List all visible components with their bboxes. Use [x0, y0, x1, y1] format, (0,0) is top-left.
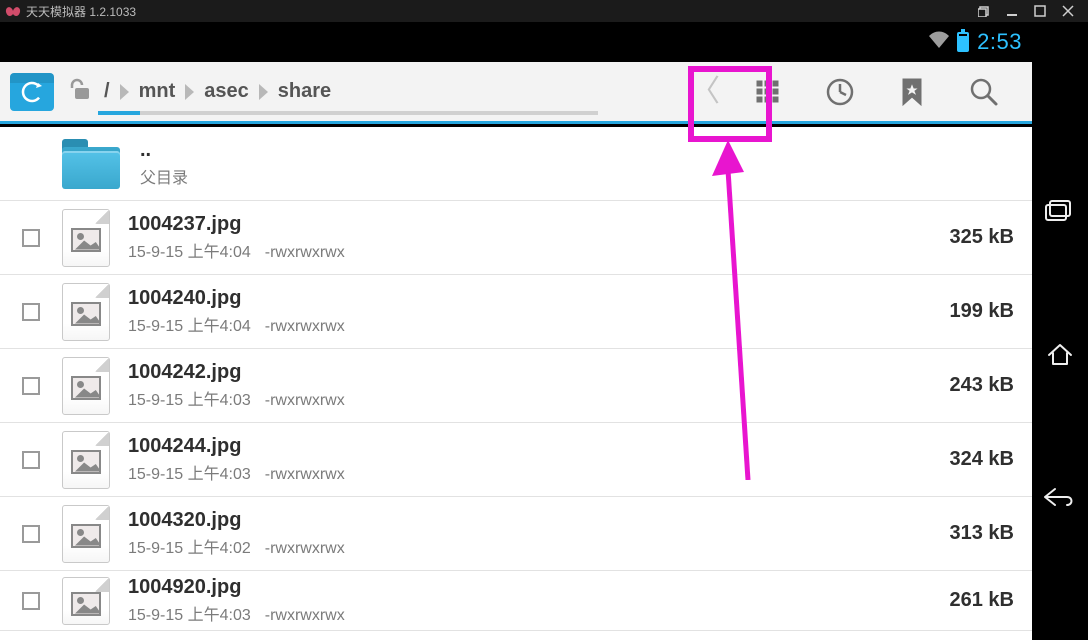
file-perm: -rwxrwxrwx [265, 540, 345, 557]
breadcrumb-seg-1[interactable]: asec [200, 80, 253, 103]
image-file-icon [62, 209, 110, 267]
parent-dir-label: 父目录 [140, 170, 188, 187]
folder-icon [62, 139, 122, 189]
file-date: 15-9-15 上午4:04 [128, 244, 251, 261]
breadcrumb-root[interactable]: / [100, 80, 114, 103]
search-button[interactable] [948, 61, 1020, 123]
chevron-right-icon [120, 84, 129, 100]
file-size: 243 kB [950, 374, 1015, 397]
file-size: 325 kB [950, 226, 1015, 249]
nav-back-button[interactable] [1043, 485, 1077, 514]
file-date: 15-9-15 上午4:03 [128, 392, 251, 409]
file-name: 1004237.jpg [128, 213, 950, 236]
file-row[interactable]: 1004920.jpg 15-9-15 上午4:03 -rwxrwxrwx 261… [0, 571, 1032, 631]
breadcrumb-seg-2[interactable]: share [274, 80, 335, 103]
file-perm: -rwxrwxrwx [265, 607, 345, 624]
file-checkbox[interactable] [22, 377, 40, 395]
image-file-icon [62, 577, 110, 625]
emulator-titlebar: 天天模拟器 1.2.1033 [0, 0, 1088, 22]
file-list: .. 父目录 1004237.jpg 15-9-15 上午4:04 -rwxrwx… [0, 127, 1032, 640]
file-name: 1004320.jpg [128, 509, 950, 532]
file-row[interactable]: 1004320.jpg 15-9-15 上午4:02 -rwxrwxrwx 313… [0, 497, 1032, 571]
file-checkbox[interactable] [22, 303, 40, 321]
file-perm: -rwxrwxrwx [265, 466, 345, 483]
window-close-button[interactable] [1054, 0, 1082, 22]
chevron-right-icon [259, 84, 268, 100]
breadcrumb: / mnt asec share [100, 71, 335, 113]
file-size: 261 kB [950, 589, 1015, 612]
nav-recent-button[interactable] [1045, 198, 1075, 229]
file-checkbox[interactable] [22, 592, 40, 610]
wifi-icon [927, 30, 951, 55]
file-date: 15-9-15 上午4:02 [128, 540, 251, 557]
file-row[interactable]: 1004237.jpg 15-9-15 上午4:04 -rwxrwxrwx 325… [0, 201, 1032, 275]
parent-dir-name: .. [140, 139, 1014, 162]
history-button[interactable] [804, 61, 876, 123]
file-date: 15-9-15 上午4:04 [128, 318, 251, 335]
breadcrumb-seg-0[interactable]: mnt [135, 80, 180, 103]
file-date: 15-9-15 上午4:03 [128, 607, 251, 624]
app-logo-icon[interactable] [10, 73, 54, 111]
file-name: 1004240.jpg [128, 287, 950, 310]
app-toolbar: / mnt asec share 〈 [0, 62, 1032, 124]
file-perm: -rwxrwxrwx [265, 318, 345, 335]
file-name: 1004242.jpg [128, 361, 950, 384]
file-name: 1004920.jpg [128, 576, 950, 599]
file-date: 15-9-15 上午4:03 [128, 466, 251, 483]
file-checkbox[interactable] [22, 525, 40, 543]
bookmarks-button[interactable] [876, 61, 948, 123]
file-row[interactable]: 1004240.jpg 15-9-15 上午4:04 -rwxrwxrwx 199… [0, 275, 1032, 349]
window-maximize-button[interactable] [1026, 0, 1054, 22]
android-status-bar: 2:53 [0, 22, 1032, 62]
file-checkbox[interactable] [22, 229, 40, 247]
window-minimize-button[interactable] [998, 0, 1026, 22]
image-file-icon [62, 357, 110, 415]
emulator-title: 天天模拟器 1.2.1033 [26, 3, 136, 20]
chevron-right-icon [185, 84, 194, 100]
window-restore-button[interactable] [970, 0, 998, 22]
file-name: 1004244.jpg [128, 435, 950, 458]
file-size: 313 kB [950, 522, 1015, 545]
nav-home-button[interactable] [1045, 341, 1075, 372]
status-clock: 2:53 [977, 29, 1022, 55]
view-grid-button[interactable] [732, 61, 804, 123]
file-size: 324 kB [950, 448, 1015, 471]
nav-up-button[interactable]: 〈 [678, 77, 732, 107]
emulator-logo-icon [6, 5, 20, 17]
file-row[interactable]: 1004242.jpg 15-9-15 上午4:03 -rwxrwxrwx 243… [0, 349, 1032, 423]
parent-dir-row[interactable]: .. 父目录 [0, 127, 1032, 201]
unlock-icon[interactable] [68, 76, 94, 107]
image-file-icon [62, 283, 110, 341]
battery-icon [957, 32, 969, 52]
breadcrumb-underline [98, 111, 598, 115]
file-perm: -rwxrwxrwx [265, 244, 345, 261]
image-file-icon [62, 431, 110, 489]
android-nav-bar [1032, 22, 1088, 640]
file-checkbox[interactable] [22, 451, 40, 469]
file-row[interactable]: 1004244.jpg 15-9-15 上午4:03 -rwxrwxrwx 324… [0, 423, 1032, 497]
file-perm: -rwxrwxrwx [265, 392, 345, 409]
image-file-icon [62, 505, 110, 563]
file-size: 199 kB [950, 300, 1015, 323]
